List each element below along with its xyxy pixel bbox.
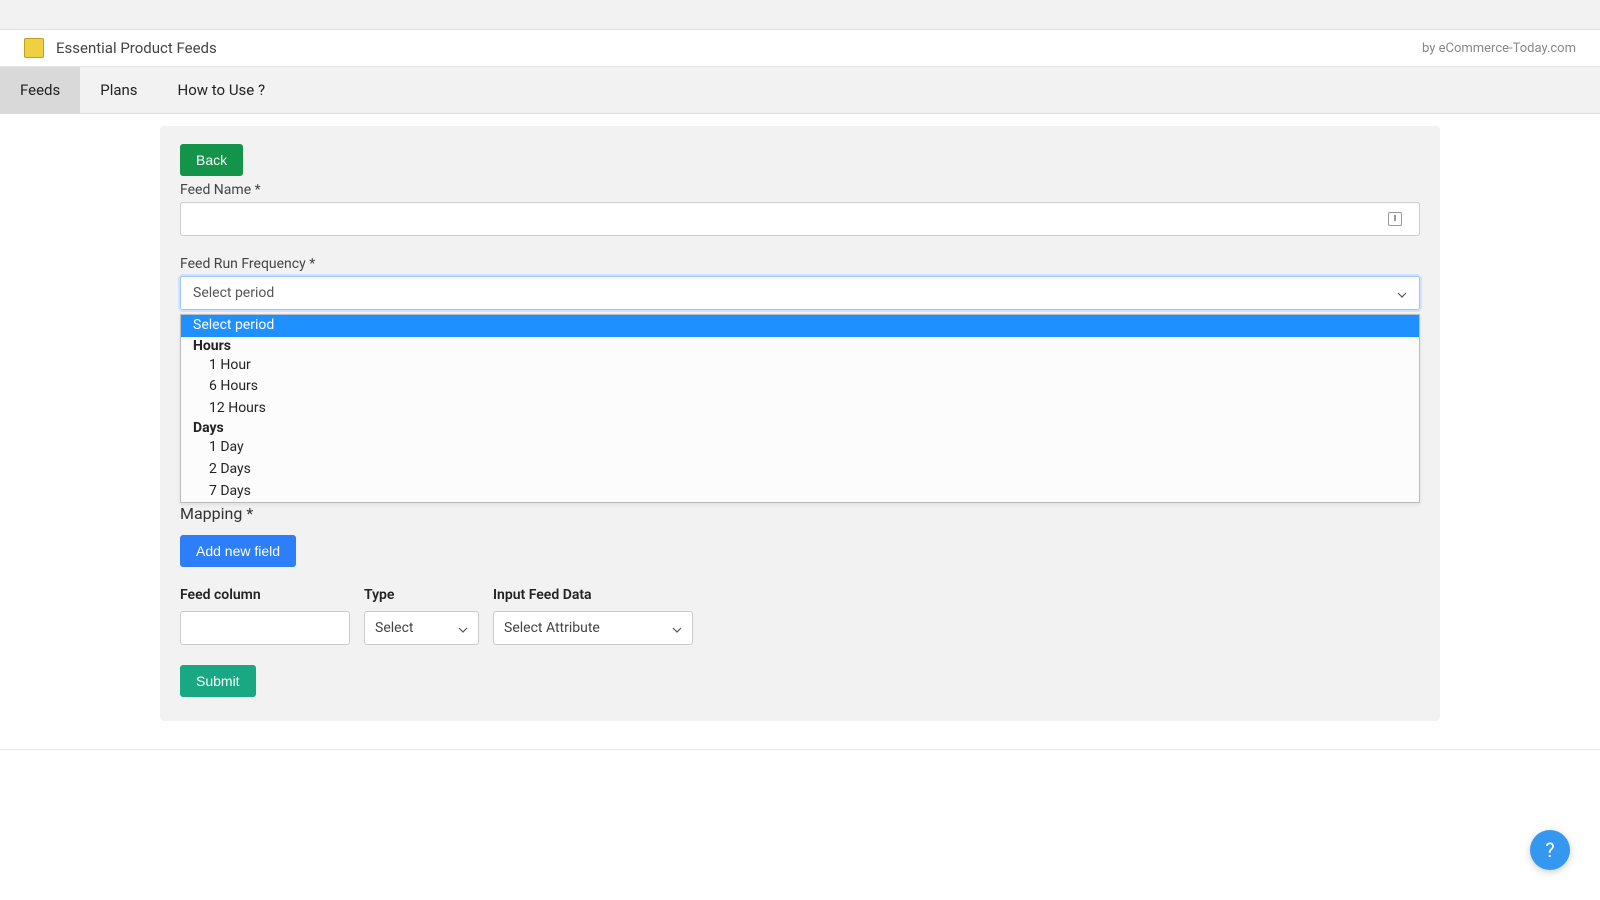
mapping-input-data-select[interactable]: Select Attribute: [493, 611, 693, 645]
autofill-icon: [1388, 212, 1402, 226]
frequency-option-6hours[interactable]: 6 Hours: [181, 376, 1419, 398]
mapping-row: Feed column Type Select Input Feed Data …: [180, 587, 1420, 645]
frequency-group-hours: Hours: [181, 337, 1419, 355]
frequency-dropdown: Select period Hours 1 Hour 6 Hours 12 Ho…: [180, 314, 1420, 503]
frequency-option-2days[interactable]: 2 Days: [181, 459, 1419, 481]
nav-tabs: Feeds Plans How to Use ?: [0, 67, 1600, 114]
tab-feeds[interactable]: Feeds: [0, 67, 80, 113]
app-icon: [24, 38, 44, 58]
frequency-option-7days[interactable]: 7 Days: [181, 481, 1419, 503]
app-byline: by eCommerce-Today.com: [1422, 41, 1576, 56]
question-mark-icon: ?: [1545, 838, 1554, 862]
mapping-feed-column-input[interactable]: [180, 611, 350, 645]
tab-how-to-use[interactable]: How to Use ?: [158, 67, 286, 113]
chevron-down-icon: [1397, 288, 1407, 298]
app-title: Essential Product Feeds: [56, 39, 217, 57]
footer-divider: [0, 749, 1600, 750]
submit-button[interactable]: Submit: [180, 665, 256, 697]
frequency-group-days: Days: [181, 419, 1419, 437]
mapping-header-type: Type: [364, 587, 479, 603]
frequency-option-1hour[interactable]: 1 Hour: [181, 355, 1419, 377]
tab-plans[interactable]: Plans: [80, 67, 157, 113]
form-panel: Back Feed Name * Feed Run Frequency * Se…: [160, 126, 1440, 721]
frequency-selected-text: Select period: [193, 285, 274, 301]
feed-name-label: Feed Name *: [180, 182, 1420, 198]
mapping-header-feed-column: Feed column: [180, 587, 350, 603]
window-top-strip: [0, 0, 1600, 30]
chevron-down-icon: [458, 623, 468, 633]
help-button[interactable]: ?: [1530, 830, 1570, 870]
add-new-field-button[interactable]: Add new field: [180, 535, 296, 567]
mapping-type-select[interactable]: Select: [364, 611, 479, 645]
frequency-option-12hours[interactable]: 12 Hours: [181, 398, 1419, 420]
feed-name-input[interactable]: [180, 202, 1420, 236]
back-button[interactable]: Back: [180, 144, 243, 176]
mapping-header-input-data: Input Feed Data: [493, 587, 693, 603]
mapping-label: Mapping *: [180, 504, 1420, 523]
frequency-select[interactable]: Select period: [180, 276, 1420, 310]
frequency-option-placeholder[interactable]: Select period: [181, 315, 1419, 337]
frequency-option-1day[interactable]: 1 Day: [181, 437, 1419, 459]
app-header: Essential Product Feeds by eCommerce-Tod…: [0, 30, 1600, 67]
frequency-label: Feed Run Frequency *: [180, 256, 1420, 272]
chevron-down-icon: [672, 623, 682, 633]
